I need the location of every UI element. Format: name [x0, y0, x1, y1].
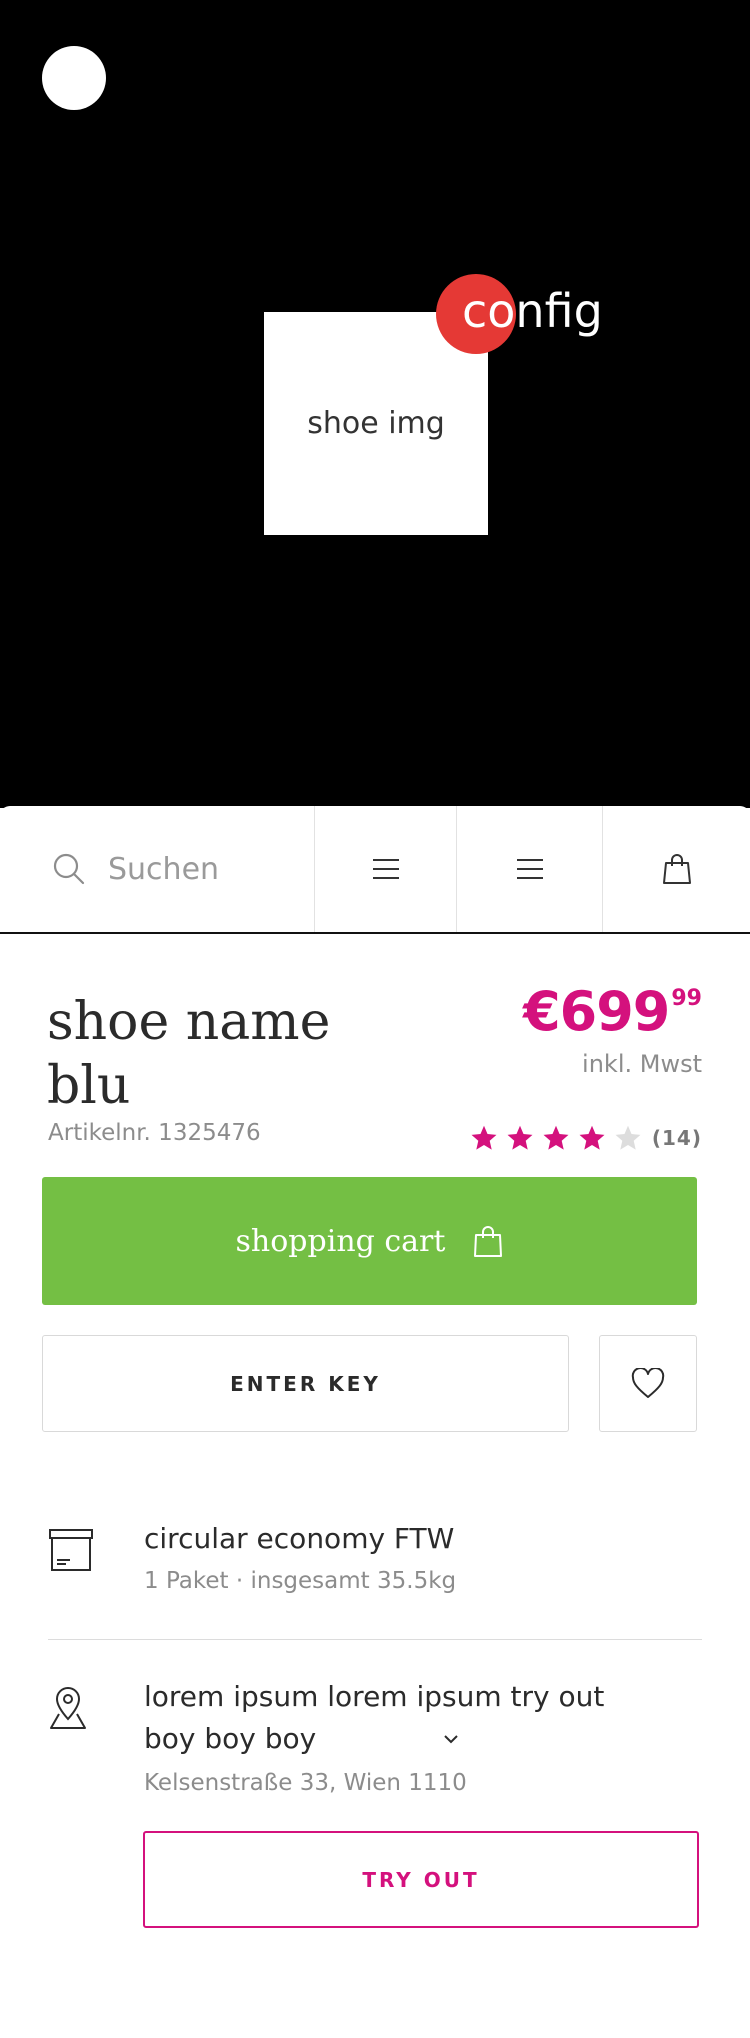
cart-button-label: shopping cart — [235, 1223, 446, 1259]
star-icon — [543, 1125, 569, 1150]
config-label[interactable]: config — [462, 284, 603, 338]
star-icon — [507, 1125, 533, 1150]
star-icon — [471, 1125, 497, 1150]
price-cents: 99 — [671, 986, 702, 1011]
menu-icon — [516, 859, 543, 879]
bottom-navbar: Suchen — [0, 806, 750, 934]
search-placeholder: Suchen — [108, 851, 220, 887]
pickup-address: Kelsenstraße 33, Wien 1110 — [144, 1770, 467, 1796]
menu-button-2[interactable] — [457, 806, 603, 932]
delivery-title: circular economy FTW — [144, 1522, 455, 1555]
delivery-subtitle: 1 Paket · insgesamt 35.5kg — [144, 1568, 457, 1594]
enter-key-label: ENTER KEY — [230, 1371, 381, 1396]
shopping-bag-icon — [662, 854, 691, 884]
hero-dot[interactable] — [42, 46, 106, 110]
location-pin-icon — [50, 1687, 86, 1729]
star-icon — [579, 1125, 605, 1150]
divider — [48, 1639, 702, 1640]
product-name: shoe name blu — [47, 992, 331, 1116]
price-main: €699 — [523, 980, 670, 1043]
heart-icon — [631, 1367, 665, 1398]
pickup-title-line1: lorem ipsum lorem ipsum try out — [144, 1680, 605, 1713]
pickup-info: lorem ipsum lorem ipsum try out boy boy … — [48, 1680, 702, 1816]
shopping-bag-icon — [474, 1226, 503, 1257]
product-image-label: shoe img — [307, 406, 445, 441]
chevron-down-icon[interactable] — [442, 1732, 460, 1746]
pickup-title-line2[interactable]: boy boy boy — [144, 1718, 316, 1760]
hero-section: shoe img config — [0, 0, 750, 808]
favorite-button[interactable] — [599, 1335, 697, 1432]
enter-key-button[interactable]: ENTER KEY — [42, 1335, 569, 1432]
cart-nav-button[interactable] — [603, 806, 750, 932]
rating-stars[interactable]: (14) — [462, 1124, 702, 1152]
search-field[interactable]: Suchen — [0, 806, 315, 932]
menu-icon — [372, 859, 399, 879]
menu-button-1[interactable] — [315, 806, 457, 932]
star-icon — [615, 1125, 641, 1150]
add-to-cart-button[interactable]: shopping cart — [42, 1177, 697, 1305]
rating-count: (14) — [651, 1126, 702, 1150]
delivery-info: circular economy FTW 1 Paket · insgesamt… — [48, 1522, 702, 1628]
article-number: Artikelnr. 1325476 — [48, 1120, 261, 1146]
product-price: €699 99 — [523, 980, 702, 1044]
try-out-label: TRY OUT — [362, 1867, 480, 1892]
package-icon — [49, 1529, 93, 1571]
vat-note: inkl. Mwst — [582, 1050, 702, 1078]
try-out-button[interactable]: TRY OUT — [143, 1831, 699, 1928]
search-icon — [53, 853, 85, 885]
